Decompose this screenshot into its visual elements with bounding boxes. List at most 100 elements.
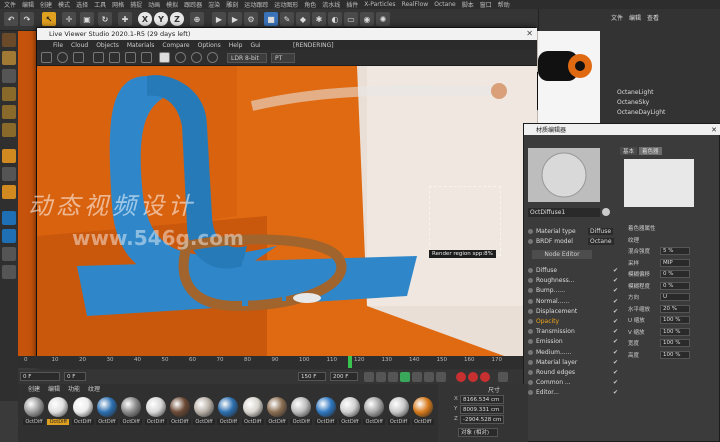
settings-icon[interactable] (41, 52, 52, 63)
material-ball[interactable] (145, 397, 166, 417)
z-axis-button[interactable]: Z (170, 12, 184, 26)
deformer-icon[interactable]: ◐ (328, 12, 342, 26)
channel-check-icon[interactable]: ✔ (613, 267, 618, 274)
obj-tab-view[interactable]: 查看 (647, 13, 659, 22)
rotate-tool-icon[interactable]: ↻ (98, 12, 112, 26)
lv-menu-help[interactable]: Help (229, 42, 243, 49)
locked-workplane-icon[interactable] (2, 229, 16, 243)
lv-menu-gui[interactable]: Gui (250, 42, 260, 49)
c4d-menu-item[interactable]: 创建 (40, 0, 52, 9)
channel-check-icon[interactable]: ✔ (613, 328, 618, 335)
points-mode-icon[interactable] (2, 87, 16, 101)
select-tool-icon[interactable]: ↖ (42, 12, 56, 26)
render-view-icon[interactable]: ▶ (212, 12, 226, 26)
material-ball[interactable] (364, 397, 385, 417)
lv-menu-compare[interactable]: Compare (162, 42, 189, 49)
node-editor-button[interactable]: Node Editor (532, 250, 592, 259)
channel-row[interactable]: Diffuse ✔ (528, 266, 620, 275)
channel-check-icon[interactable]: ✔ (613, 338, 618, 345)
focus-icon[interactable] (125, 52, 136, 63)
cube-icon[interactable]: ■ (264, 12, 278, 26)
close-icon[interactable]: ✕ (526, 29, 533, 38)
channel-check-icon[interactable]: ✔ (613, 318, 618, 325)
play-icon[interactable] (400, 372, 410, 382)
start-frame-field[interactable]: 0 F (20, 372, 60, 381)
channel-check-icon[interactable]: ✔ (613, 287, 618, 294)
mm-menu-function[interactable]: 功能 (68, 384, 80, 393)
go-start-icon[interactable] (364, 372, 374, 382)
c4d-menu-item[interactable]: 编辑 (22, 0, 34, 9)
move-tool-icon[interactable]: ✛ (62, 12, 76, 26)
object-octane-light[interactable]: OctaneLight (617, 89, 654, 98)
soft-select-icon[interactable] (2, 185, 16, 199)
coord-z-field[interactable]: -2904.528 cm (460, 415, 504, 424)
c4d-menu-item[interactable]: X-Particles (364, 1, 395, 8)
undo-icon[interactable]: ↶ (4, 12, 18, 26)
channel-row[interactable]: Common ... ✔ (528, 378, 620, 387)
auto-key-icon[interactable] (468, 372, 478, 382)
material-ball[interactable] (242, 397, 263, 417)
subdivision-icon[interactable]: ◆ (296, 12, 310, 26)
make-editable-icon[interactable] (2, 33, 16, 47)
material-ball[interactable] (267, 397, 287, 417)
add-icon[interactable]: ✚ (118, 12, 132, 26)
prev-frame-icon[interactable] (388, 372, 398, 382)
next-key-icon[interactable] (424, 372, 434, 382)
channel-check-icon[interactable]: ✔ (613, 379, 618, 386)
live-viewer-titlebar[interactable]: Live Viewer Studio 2020.1-R5 (29 days le… (37, 28, 537, 40)
floor-icon[interactable]: ▭ (344, 12, 358, 26)
material-type-select[interactable]: Diffuse (588, 228, 614, 235)
scale-tool-icon[interactable]: ▣ (80, 12, 94, 26)
c4d-menu-item[interactable]: 跟踪器 (184, 0, 202, 9)
channel-check-icon[interactable]: ✔ (613, 349, 618, 356)
refresh-icon[interactable] (57, 52, 68, 63)
grid-icon[interactable] (2, 247, 16, 261)
material-ball[interactable] (339, 397, 360, 417)
mm-menu-texture[interactable]: 纹理 (88, 384, 100, 393)
c4d-menu-item[interactable]: 插件 (346, 0, 358, 9)
obj-tab-edit[interactable]: 编辑 (629, 13, 641, 22)
channel-check-icon[interactable]: ✔ (613, 389, 618, 396)
c4d-menu-item[interactable]: 运动跟踪 (244, 0, 268, 9)
material-pick-icon[interactable] (602, 208, 610, 216)
material-name-field[interactable]: OctDiffuse1 (528, 208, 600, 217)
pick-icon[interactable] (159, 52, 170, 63)
brdf-model-select[interactable]: Octane (588, 238, 614, 245)
c4d-menu-item[interactable]: 模拟 (166, 0, 178, 9)
material-ball[interactable] (121, 397, 142, 417)
stop-icon[interactable] (73, 52, 84, 63)
c4d-menu-item[interactable]: 窗口 (480, 0, 492, 9)
material-ball[interactable] (291, 397, 312, 417)
light-icon[interactable]: ✺ (376, 12, 390, 26)
next-frame-icon[interactable] (412, 372, 422, 382)
coord-mode-select[interactable]: 对象 (相对) (458, 428, 498, 437)
lines-icon[interactable] (2, 265, 16, 279)
axis-mode-icon[interactable] (2, 149, 16, 163)
coord-y-field[interactable]: 8009.331 cm (460, 405, 504, 414)
c4d-menu-item[interactable]: 渲染 (208, 0, 220, 9)
lv-menu-objects[interactable]: Objects (96, 42, 119, 49)
workplane-icon[interactable] (2, 211, 16, 225)
y-axis-button[interactable]: Y (154, 12, 168, 26)
render-icon[interactable]: ▶ (228, 12, 242, 26)
c4d-menu-item[interactable]: 选择 (76, 0, 88, 9)
object-octane-daylight[interactable]: OctaneDayLight (617, 109, 665, 118)
c4d-menu-item[interactable]: 工具 (94, 0, 106, 9)
channel-row[interactable]: Material layer ✔ (528, 358, 620, 367)
end-frame-field[interactable]: 150 F (298, 372, 326, 381)
material-editor-titlebar[interactable]: 材质编辑器 ✕ (524, 124, 720, 135)
record-icon[interactable] (456, 372, 466, 382)
property-value[interactable]: 100 % (660, 339, 690, 347)
c4d-menu-item[interactable]: 运动图形 (274, 0, 298, 9)
channel-check-icon[interactable]: ✔ (613, 277, 618, 284)
material-ball[interactable] (412, 397, 433, 417)
channel-row[interactable]: Roughness... ✔ (528, 276, 620, 285)
render-settings-icon[interactable]: ⚙ (244, 12, 258, 26)
camera-icon[interactable]: ◉ (360, 12, 374, 26)
channel-check-icon[interactable]: ✔ (613, 359, 618, 366)
lv-menu-cloud[interactable]: Cloud (71, 42, 88, 49)
c4d-menu-item[interactable]: 动画 (148, 0, 160, 9)
keyframe-settings-icon[interactable] (498, 372, 508, 382)
property-value[interactable]: 20 % (660, 304, 690, 313)
snap-icon[interactable] (2, 167, 16, 181)
